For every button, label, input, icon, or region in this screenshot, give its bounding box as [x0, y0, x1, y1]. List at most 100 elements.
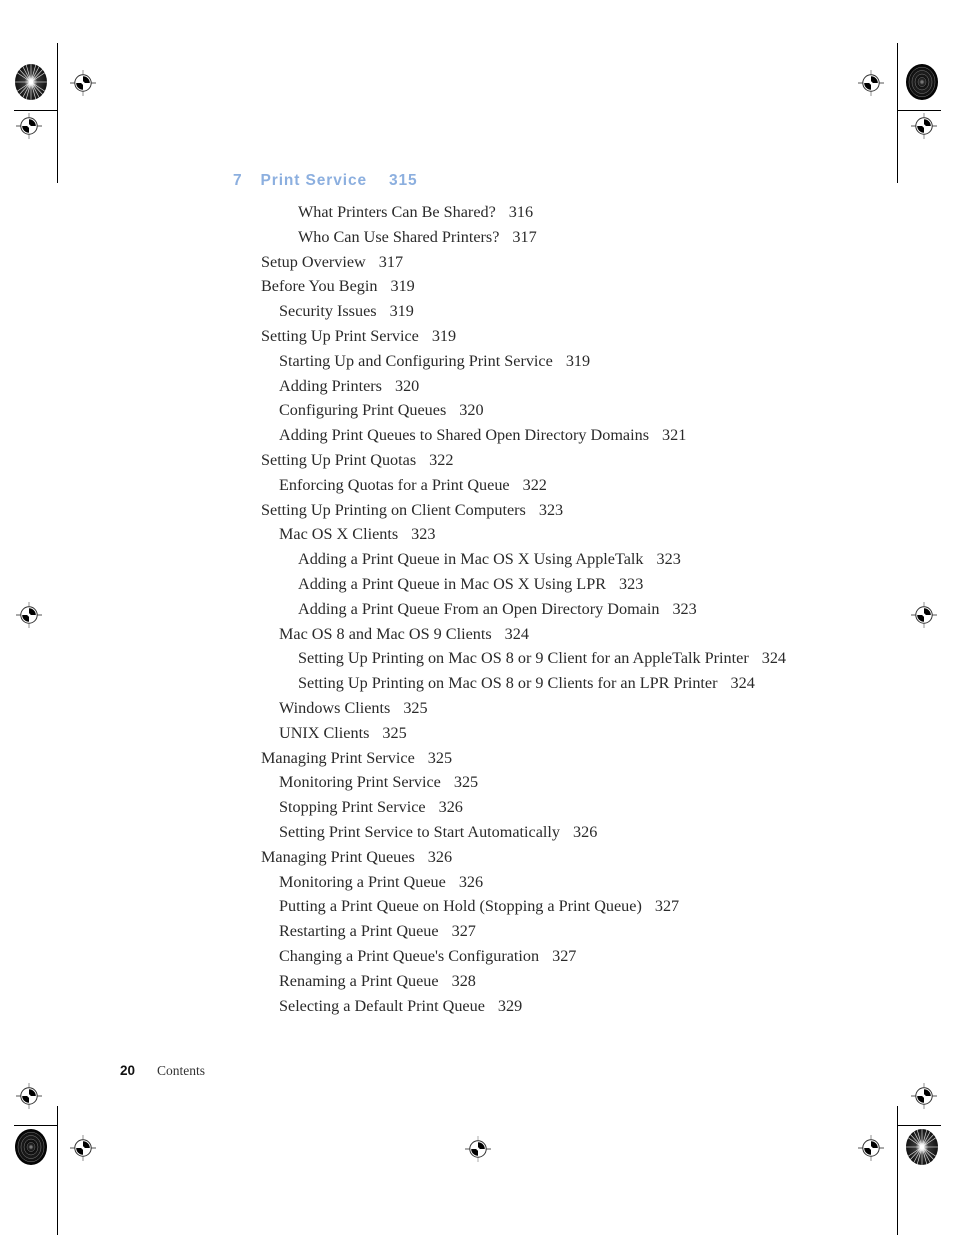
chapter-title: Print Service	[260, 172, 368, 189]
toc-entry[interactable]: Adding Print Queues to Shared Open Direc…	[0, 423, 954, 448]
toc-entry[interactable]: Setting Up Printing on Mac OS 8 or 9 Cli…	[0, 671, 954, 696]
toc-entry-page-number: 329	[497, 996, 523, 1015]
crop-line-bottom-right-vertical	[897, 1106, 898, 1235]
registration-mark-top-left-lower	[16, 113, 42, 139]
toc-entry[interactable]: Stopping Print Service 326	[0, 795, 954, 820]
toc-entry[interactable]: Enforcing Quotas for a Print Queue 322	[0, 473, 954, 498]
chapter-page-number: 315	[389, 172, 418, 189]
toc-entry-page-number: 326	[438, 798, 463, 817]
rosette-star-target-bottom-right	[905, 1128, 939, 1166]
toc-entry-label: Before You Begin	[261, 277, 378, 296]
registration-mark-top-right	[858, 70, 884, 96]
crop-line-bottom-left-horizontal	[14, 1125, 58, 1126]
toc-entry-page-number: 325	[382, 723, 407, 742]
toc-entry[interactable]: Before You Begin 319	[0, 274, 954, 299]
toc-entry-label: Adding a Print Queue in Mac OS X Using L…	[298, 574, 606, 593]
toc-entry[interactable]: Mac OS X Clients 323	[0, 522, 954, 547]
toc-entry[interactable]: Security Issues 319	[0, 299, 954, 324]
toc-entry-page-number: 325	[453, 773, 479, 792]
toc-entry[interactable]: Renaming a Print Queue 328	[0, 969, 954, 994]
table-of-contents: What Printers Can Be Shared? 316 Who Can U…	[0, 200, 954, 1018]
toc-entry[interactable]: Monitoring a Print Queue 326	[0, 870, 954, 895]
toc-entry[interactable]: Who Can Use Shared Printers? 317	[0, 225, 954, 250]
toc-entry[interactable]: Setting Print Service to Start Automatic…	[0, 820, 954, 845]
toc-entry[interactable]: Managing Print Service 325	[0, 746, 954, 771]
toc-entry-page-number: 328	[451, 971, 476, 990]
toc-entry[interactable]: Adding a Print Queue From an Open Direct…	[0, 597, 954, 622]
toc-entry[interactable]: Starting Up and Configuring Print Servic…	[0, 349, 954, 374]
toc-entry-page-number: 327	[654, 897, 680, 916]
toc-entry-label: Setting Up Printing on Mac OS 8 or 9 Cli…	[298, 674, 718, 693]
toc-entry-label: Putting a Print Queue on Hold (Stopping …	[279, 897, 642, 916]
toc-entry-label: Adding a Print Queue From an Open Direct…	[298, 599, 660, 618]
registration-mark-bottom-right-upper	[911, 1083, 937, 1109]
registration-mark-top-right-lower	[911, 113, 937, 139]
chapter-heading[interactable]: 7 Print Service 315	[233, 172, 418, 190]
toc-entry[interactable]: Adding a Print Queue in Mac OS X Using L…	[0, 572, 954, 597]
toc-entry[interactable]: Adding a Print Queue in Mac OS X Using A…	[0, 547, 954, 572]
toc-entry[interactable]: Setting Up Print Quotas 322	[0, 448, 954, 473]
toc-entry-label: Setup Overview	[261, 252, 366, 271]
toc-entry-page-number: 326	[573, 822, 598, 841]
toc-entry-label: Managing Print Queues	[261, 847, 415, 866]
toc-entry-page-number: 323	[411, 525, 436, 544]
toc-entry-label: Setting Up Printing on Mac OS 8 or 9 Cli…	[298, 649, 749, 668]
toc-entry-label: Changing a Print Queue's Configuration	[279, 946, 540, 965]
toc-entry[interactable]: Configuring Print Queues 320	[0, 398, 954, 423]
toc-entry-page-number: 321	[662, 426, 687, 445]
toc-entry[interactable]: Setting Up Print Service 319	[0, 324, 954, 349]
toc-entry-page-number: 324	[730, 674, 755, 693]
toc-entry[interactable]: Windows Clients 325	[0, 696, 954, 721]
toc-entry[interactable]: Setup Overview 317	[0, 250, 954, 275]
toc-entry-page-number: 322	[429, 450, 454, 469]
toc-entry-page-number: 319	[431, 326, 457, 345]
registration-mark-bottom-left-lower	[70, 1135, 96, 1161]
toc-entry[interactable]: Changing a Print Queue's Configuration 32…	[0, 944, 954, 969]
toc-entry-page-number: 316	[508, 203, 534, 221]
chapter-number: 7	[233, 172, 243, 189]
toc-entry[interactable]: UNIX Clients 325	[0, 721, 954, 746]
toc-entry-label: What Printers Can Be Shared?	[298, 203, 496, 221]
toc-entry-label: Who Can Use Shared Printers?	[298, 227, 500, 246]
footer-section-label: Contents	[157, 1063, 206, 1078]
crop-line-top-right-horizontal	[897, 110, 941, 111]
toc-entry-label: Stopping Print Service	[279, 798, 426, 817]
toc-entry[interactable]: What Printers Can Be Shared? 316	[0, 200, 954, 225]
toc-entry-label: Setting Up Printing on Client Computers	[261, 500, 526, 519]
toc-entry-page-number: 322	[522, 475, 547, 494]
toc-entry[interactable]: Restarting a Print Queue 327	[0, 919, 954, 944]
toc-entry-label: Adding Print Queues to Shared Open Direc…	[279, 426, 649, 445]
toc-entry[interactable]: Setting Up Printing on Client Computers 3…	[0, 498, 954, 523]
toc-entry-label: Adding a Print Queue in Mac OS X Using A…	[298, 550, 644, 569]
toc-entry[interactable]: Monitoring Print Service 325	[0, 770, 954, 795]
toc-entry-label: Managing Print Service	[261, 748, 415, 767]
toc-entry[interactable]: Mac OS 8 and Mac OS 9 Clients 324	[0, 622, 954, 647]
toc-entry-label: Security Issues	[279, 302, 377, 321]
toc-entry-page-number: 323	[538, 500, 564, 519]
toc-entry-page-number: 320	[459, 401, 484, 420]
registration-mark-bottom-right-lower	[858, 1135, 884, 1161]
toc-entry-page-number: 323	[656, 550, 681, 569]
toc-entry-label: Setting Up Print Quotas	[261, 450, 417, 469]
toc-entry-page-number: 320	[394, 376, 420, 395]
toc-entry-label: Mac OS X Clients	[279, 525, 399, 544]
toc-entry[interactable]: Selecting a Default Print Queue 329	[0, 994, 954, 1019]
page-folio-number: 20	[120, 1063, 136, 1078]
toc-entry-page-number: 325	[403, 698, 428, 717]
crop-line-bottom-left-vertical	[57, 1106, 58, 1235]
toc-entry-page-number: 325	[427, 748, 453, 767]
toc-entry-page-number: 319	[390, 277, 415, 296]
toc-entry[interactable]: Managing Print Queues 326	[0, 845, 954, 870]
toc-entry-page-number: 319	[565, 351, 591, 370]
page-footer: 20 Contents	[120, 1062, 205, 1080]
registration-mark-bottom-left-upper	[16, 1083, 42, 1109]
crop-line-top-left-horizontal	[14, 110, 58, 111]
toc-entry[interactable]: Setting Up Printing on Mac OS 8 or 9 Cli…	[0, 646, 954, 671]
toc-entry[interactable]: Putting a Print Queue on Hold (Stopping …	[0, 894, 954, 919]
rosette-star-target-top-right	[905, 63, 939, 101]
crop-line-bottom-right-horizontal	[897, 1125, 941, 1126]
toc-entry-label: Configuring Print Queues	[279, 401, 447, 420]
toc-entry-page-number: 324	[761, 649, 787, 668]
toc-entry[interactable]: Adding Printers 320	[0, 374, 954, 399]
toc-entry-label: Starting Up and Configuring Print Servic…	[279, 351, 553, 370]
